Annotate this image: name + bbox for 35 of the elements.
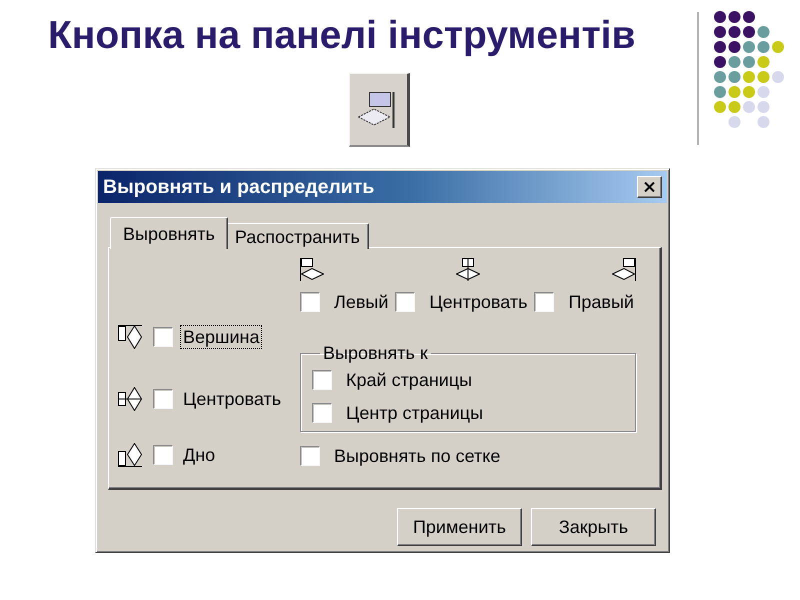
checkbox-label: Центровать [182,388,282,410]
align-left-icon [300,258,324,281]
checkbox-label: Центровать [428,291,528,313]
align-bottom-icon [118,443,142,467]
checkbox[interactable] [312,403,332,423]
align-middle-icon [118,387,142,411]
align-right-icon [612,258,636,281]
tab[interactable]: Выровнять [110,217,228,249]
checkbox[interactable] [153,445,173,465]
checkbox[interactable] [300,292,320,312]
checkbox[interactable] [312,370,332,390]
align-right-icon [358,92,395,128]
dialog-title: Выровнять и распределить [103,177,374,197]
checkbox-label: Центр страницы [345,402,484,424]
dialog-button[interactable]: Применить [397,508,522,546]
checkbox[interactable] [395,292,416,312]
dialog-button[interactable]: Закрыть [531,508,656,546]
align-top-icon [118,325,142,349]
slide-title: Кнопка на панелі інструментів [48,13,636,59]
tab[interactable]: Распостранить [226,223,369,249]
checkbox-label: Край страницы [345,369,474,391]
checkbox-label: Левый [333,291,390,313]
close-icon [644,182,655,192]
checkbox[interactable] [153,389,173,409]
checkbox-label: Выровнять по сетке [333,445,502,467]
checkbox-label: Правый [567,291,635,313]
checkbox-label: Вершина [181,326,262,348]
group-box-title: Выровнять к [322,343,429,363]
checkbox-label: Дно [182,444,216,466]
checkbox[interactable] [153,327,173,347]
checkbox[interactable] [534,292,554,312]
align-center-icon [456,258,480,281]
toolbar-button[interactable] [349,73,410,147]
checkbox[interactable] [300,446,320,466]
close-button[interactable] [637,176,662,198]
